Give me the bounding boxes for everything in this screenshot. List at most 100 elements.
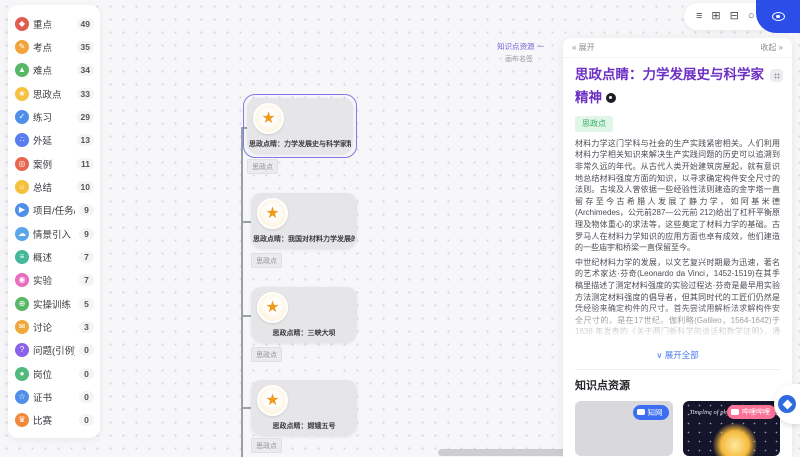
assistant-spark-icon [778, 395, 796, 413]
sidebar-item-post[interactable]: ● 岗位 0 [15, 362, 94, 385]
sidebar-item-count: 0 [79, 414, 94, 426]
flow-node-china-contribution[interactable]: ★ 思政点睛：我国对材料力学发展的重要贡献 [251, 193, 357, 249]
sidebar-item-count: 7 [79, 251, 94, 263]
difficulty-icon: ▲ [15, 63, 29, 77]
sidebar-item-label: 考点 [33, 40, 73, 54]
sidebar-item-label: 总结 [33, 180, 73, 194]
sidebar-item-discussion[interactable]: ✉ 讨论 3 [15, 315, 94, 338]
sidebar-item-practical-training[interactable]: ⊕ 实操训练 5 [15, 292, 94, 315]
sidebar-item-label: 项目/任务/步骤 [33, 203, 75, 217]
question-icon: ? [15, 343, 29, 357]
outline-icon[interactable]: ≡ [696, 11, 702, 22]
sidebar-item-project-task-steps[interactable]: ▶ 项目/任务/步骤 9 [15, 199, 94, 222]
expand-button[interactable]: « 展开 [572, 42, 595, 53]
post-icon: ● [15, 367, 29, 381]
view-toolbar: ≡ ⊞ ⊟ ○ [684, 0, 800, 34]
ideology-tag-badge: 思政点 [575, 116, 613, 132]
expand-all-button[interactable]: ∨ 展开全部 [575, 349, 780, 361]
sidebar-item-ideology-points[interactable]: ★ 思政点 33 [15, 82, 94, 105]
sidebar-item-experiment[interactable]: ◉ 实验 7 [15, 269, 94, 292]
sidebar-item-count: 29 [77, 111, 94, 123]
sidebar-item-competition[interactable]: ♛ 比赛 0 [15, 409, 94, 432]
sidebar-item-label: 重点 [33, 17, 73, 31]
sidebar-item-count: 9 [79, 228, 94, 240]
ideology-star-icon: ★ [15, 87, 29, 101]
zoom-out-icon[interactable]: ⊟ [730, 11, 739, 22]
bilibili-badge: 哔哩哔哩 [727, 405, 776, 419]
project-icon: ▶ [15, 203, 29, 217]
badge-label: 哔哩哔哩 [742, 407, 770, 417]
resources-heading: 知识点资源 [575, 377, 780, 393]
sidebar-item-difficulties[interactable]: ▲ 难点 34 [15, 59, 94, 82]
canvas-sublabel: 画布名签 [505, 54, 533, 64]
node-title: 思政点睛：力学发展史与科学家精神 [249, 139, 351, 149]
category-sidebar: ◆ 重点 49 ✎ 考点 35 ▲ 难点 34 ★ 思政点 33 ✓ 练习 29… [8, 5, 100, 438]
sidebar-item-label: 思政点 [33, 87, 73, 101]
exam-point-icon: ✎ [15, 40, 29, 54]
sidebar-item-scenario-intro[interactable]: ☁ 情景引入 9 [15, 222, 94, 245]
badge-label: 知网 [648, 407, 663, 418]
detail-panel: « 展开 收起 » 思政点睛：力学发展史与科学家精神 思政点 材料力学这门学科与… [563, 38, 792, 457]
drag-handle-icon[interactable] [770, 69, 783, 82]
sidebar-item-label: 难点 [33, 63, 73, 77]
sidebar-item-count: 35 [77, 41, 94, 53]
node-type-tag: 思政点 [251, 253, 282, 268]
sidebar-item-count: 0 [79, 391, 94, 403]
article-paragraph: 材料力学这门学科与社会的生产实践紧密相关。人们利用材料力学相关知识来解决生产实践… [575, 138, 780, 254]
flow-connector-elbow [241, 315, 251, 317]
cnki-badge: 知网 [633, 405, 669, 420]
flow-node-mechanics-history[interactable]: ★ 思政点睛：力学发展史与科学家精神 [243, 94, 357, 158]
sidebar-item-overview[interactable]: ≡ 概述 7 [15, 245, 94, 268]
extension-icon: ∴ [15, 133, 29, 147]
sidebar-item-label: 情景引入 [33, 227, 75, 241]
node-marker-icon[interactable] [606, 93, 616, 103]
sidebar-item-label: 讨论 [33, 320, 75, 334]
sidebar-item-cases[interactable]: ◎ 案例 11 [15, 152, 94, 175]
sidebar-item-count: 9 [79, 204, 94, 216]
text-fade-overlay [575, 304, 780, 346]
node-title: 思政点睛：嫦娥五号 [253, 421, 355, 431]
node-title: 思政点睛：三峡大坝 [253, 328, 355, 338]
resource-card-cnki[interactable]: 知网 [575, 401, 673, 456]
sidebar-item-label: 比赛 [33, 413, 75, 427]
sidebar-item-count: 13 [77, 134, 94, 146]
experiment-icon: ◉ [15, 273, 29, 287]
flow-connector-elbow [241, 407, 251, 409]
resource-card-bilibili[interactable]: Timeline of phys 哔哩哔哩 [683, 401, 781, 456]
reset-view-icon[interactable]: ○ [748, 11, 755, 22]
node-title: 思政点睛：我国对材料力学发展的重要贡献 [253, 234, 355, 244]
sidebar-item-keypoints[interactable]: ◆ 重点 49 [15, 12, 94, 35]
sidebar-item-extension[interactable]: ∴ 外延 13 [15, 129, 94, 152]
sidebar-item-exam-points[interactable]: ✎ 考点 35 [15, 35, 94, 58]
scenario-icon: ☁ [15, 227, 29, 241]
certificate-icon: ☆ [15, 390, 29, 404]
sidebar-item-count: 0 [79, 344, 94, 356]
sidebar-item-summary[interactable]: ☼ 总结 10 [15, 175, 94, 198]
summary-icon: ☼ [15, 180, 29, 194]
sidebar-item-certificate[interactable]: ☆ 证书 0 [15, 385, 94, 408]
flow-node-change5[interactable]: ★ 思政点睛：嫦娥五号 [251, 380, 357, 436]
eye-icon [772, 12, 785, 21]
node-type-tag: 思政点 [251, 438, 282, 453]
panel-article[interactable]: 材料力学这门学科与社会的生产实践紧密相关。人们利用材料力学相关知识来解决生产实践… [575, 138, 780, 346]
canvas-label[interactable]: 知识点资源 一 [497, 41, 544, 52]
star-icon: ★ [257, 292, 288, 323]
sidebar-item-exercises[interactable]: ✓ 练习 29 [15, 105, 94, 128]
sidebar-item-label: 实操训练 [33, 297, 75, 311]
flow-connector-elbow [241, 221, 251, 223]
bilibili-icon [731, 409, 739, 415]
discussion-icon: ✉ [15, 320, 29, 334]
expand-all-label: 展开全部 [665, 350, 699, 360]
case-icon: ◎ [15, 157, 29, 171]
star-icon: ★ [253, 103, 284, 134]
collapse-button[interactable]: 收起 » [760, 42, 783, 53]
sidebar-item-count: 7 [79, 274, 94, 286]
flow-node-three-gorges-dam[interactable]: ★ 思政点睛：三峡大坝 [251, 287, 357, 343]
sidebar-item-label: 问题(引例) [33, 343, 75, 357]
divider [575, 369, 780, 370]
sidebar-item-label: 证书 [33, 390, 75, 404]
sidebar-item-question[interactable]: ? 问题(引例) 0 [15, 339, 94, 362]
zoom-in-icon[interactable]: ⊞ [711, 11, 720, 22]
panel-header: « 展开 收起 » [563, 38, 792, 58]
preview-eye-button[interactable] [756, 0, 800, 33]
